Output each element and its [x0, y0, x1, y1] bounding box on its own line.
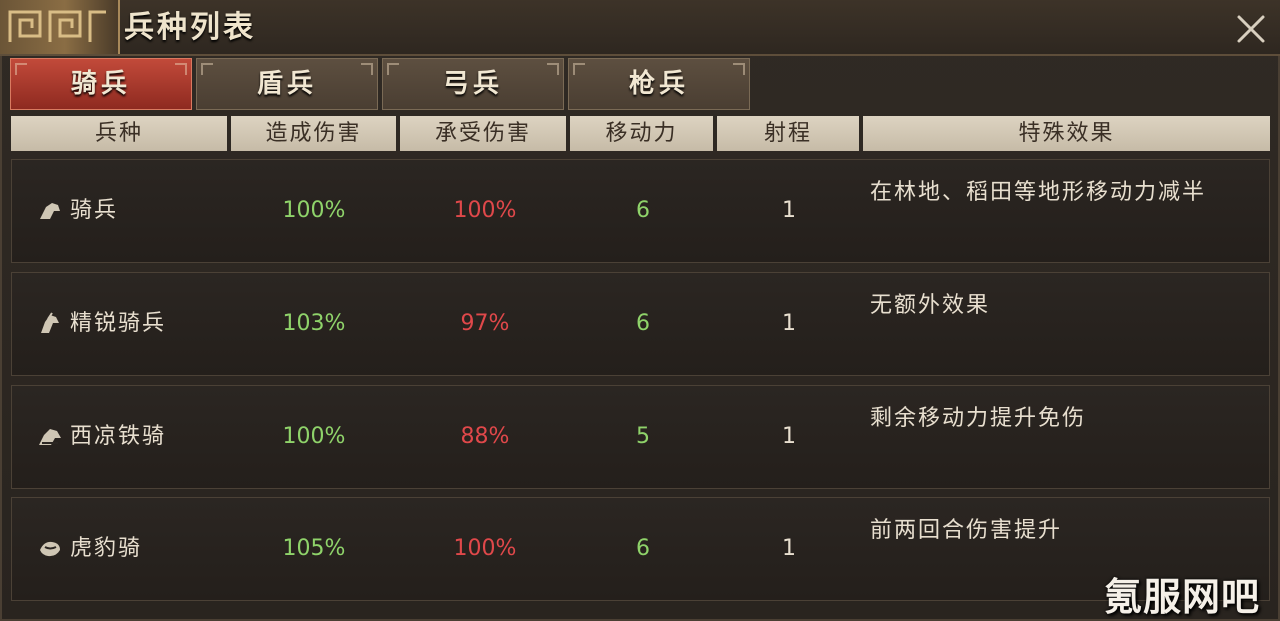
armored-horse-icon	[39, 429, 61, 445]
tab-label: 枪兵	[628, 69, 689, 99]
tiger-leopard-icon	[40, 541, 60, 557]
range-value: 1	[782, 536, 796, 561]
movement-value: 6	[636, 198, 650, 223]
close-button[interactable]	[1232, 10, 1270, 48]
troop-name: 精锐骑兵	[70, 311, 167, 336]
troop-name: 虎豹骑	[70, 536, 143, 561]
damage-taken-value: 100%	[453, 536, 517, 561]
troop-list-panel: 兵种列表 骑兵 盾兵 弓兵 枪兵 兵种 造成伤害 承受伤害 移动力 射程 特殊效…	[0, 0, 1280, 621]
horse-head-icon	[40, 203, 60, 219]
window-title: 兵种列表	[124, 10, 256, 45]
special-effect-text: 剩余移动力提升免伤	[870, 406, 1087, 431]
damage-dealt-value: 100%	[282, 198, 346, 223]
column-header-special-effect: 特殊效果	[863, 116, 1270, 151]
meander-ornament-icon	[8, 10, 106, 42]
troop-name: 西凉铁骑	[70, 424, 167, 449]
column-header-damage-dealt: 造成伤害	[231, 116, 396, 151]
watermark: 氪服网吧	[1104, 575, 1261, 619]
table-row: 西凉铁骑 100% 88% 5 1 剩余移动力提升免伤	[11, 385, 1270, 489]
title-bar: 兵种列表	[0, 0, 1280, 56]
table-row: 精锐骑兵 103% 97% 6 1 无额外效果	[11, 272, 1270, 376]
range-value: 1	[782, 311, 796, 336]
column-header-damage-taken: 承受伤害	[400, 116, 566, 151]
movement-value: 6	[636, 536, 650, 561]
damage-taken-value: 100%	[453, 198, 517, 223]
tab-shield[interactable]: 盾兵	[196, 58, 378, 110]
troop-name-cell: 精锐骑兵	[36, 273, 236, 375]
troop-name-cell: 虎豹骑	[36, 498, 236, 600]
damage-taken-value: 88%	[460, 424, 510, 449]
special-effect-text: 前两回合伤害提升	[870, 518, 1063, 543]
tab-archer[interactable]: 弓兵	[382, 58, 564, 110]
range-value: 1	[782, 424, 796, 449]
column-header-type: 兵种	[11, 116, 227, 151]
special-effect-text: 在林地、稻田等地形移动力减半	[870, 180, 1207, 205]
movement-value: 6	[636, 311, 650, 336]
close-icon	[1237, 15, 1265, 43]
damage-taken-value: 97%	[460, 311, 510, 336]
tab-cavalry[interactable]: 骑兵	[10, 58, 192, 110]
tab-label: 弓兵	[442, 69, 503, 99]
elite-horse-icon	[41, 312, 59, 333]
tab-label: 骑兵	[70, 69, 131, 99]
title-emblem	[0, 0, 120, 54]
troop-name-cell: 西凉铁骑	[36, 386, 236, 488]
damage-dealt-value: 100%	[282, 424, 346, 449]
table-row: 虎豹骑 105% 100% 6 1 前两回合伤害提升	[11, 497, 1270, 601]
movement-value: 5	[636, 424, 650, 449]
damage-dealt-value: 103%	[282, 311, 346, 336]
tab-spear[interactable]: 枪兵	[568, 58, 750, 110]
special-effect-text: 无额外效果	[870, 293, 991, 318]
troop-name-cell: 骑兵	[36, 160, 236, 262]
table-row: 骑兵 100% 100% 6 1 在林地、稻田等地形移动力减半	[11, 159, 1270, 263]
range-value: 1	[782, 198, 796, 223]
column-header-range: 射程	[717, 116, 859, 151]
column-header-movement: 移动力	[570, 116, 713, 151]
troop-name: 骑兵	[70, 198, 119, 223]
damage-dealt-value: 105%	[282, 536, 346, 561]
tab-label: 盾兵	[256, 69, 317, 99]
